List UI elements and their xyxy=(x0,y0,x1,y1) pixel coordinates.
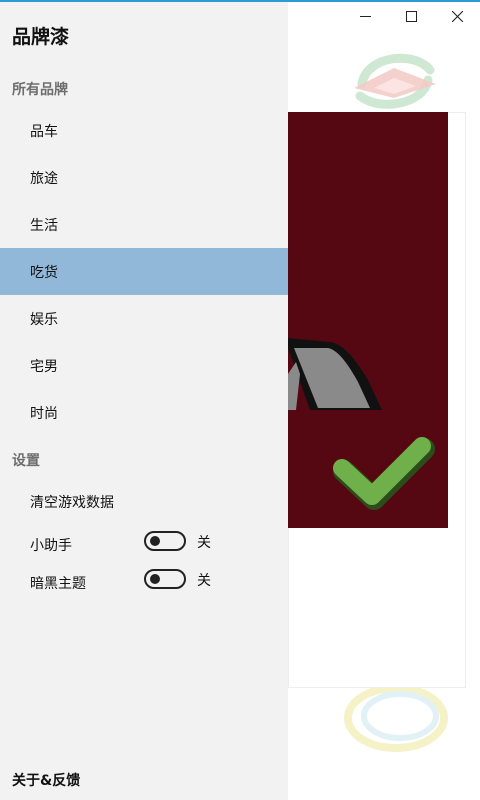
nav-item-label: 宅男 xyxy=(30,358,58,375)
dark-theme-toggle[interactable] xyxy=(144,569,186,589)
nav-item-entertainment[interactable]: 娱乐 xyxy=(0,295,288,342)
close-icon xyxy=(451,10,463,22)
brand-quiz-image[interactable] xyxy=(288,112,448,528)
nav-item-cars[interactable]: 品车 xyxy=(0,107,288,154)
nav-item-label: 娱乐 xyxy=(30,311,58,328)
minimize-icon xyxy=(359,15,371,17)
settings-section-header: 设置 xyxy=(12,453,40,469)
clear-game-data-button[interactable]: 清空游戏数据 xyxy=(30,492,114,512)
toggle-knob xyxy=(150,574,160,584)
assistant-toggle-state: 关 xyxy=(197,535,211,551)
dark-theme-toggle-state: 关 xyxy=(197,573,211,589)
assistant-toggle-row: 小助手 关 xyxy=(0,531,288,555)
about-feedback-link[interactable]: 关于&反馈 xyxy=(12,770,80,790)
assistant-toggle-label: 小助手 xyxy=(30,538,72,554)
dark-theme-toggle-label: 暗黑主题 xyxy=(30,576,86,592)
nav-item-otaku[interactable]: 宅男 xyxy=(0,342,288,389)
top-accent-line xyxy=(0,0,480,2)
ring-logo-icon xyxy=(344,684,448,752)
nav-item-fashion[interactable]: 时尚 xyxy=(0,389,288,436)
nav-item-label: 旅途 xyxy=(30,170,58,187)
minimize-button[interactable] xyxy=(342,0,388,32)
close-button[interactable] xyxy=(434,0,480,32)
checkmark-icon xyxy=(333,437,435,510)
recycle-logo-icon xyxy=(354,53,436,109)
maximize-icon xyxy=(405,10,417,22)
navigation-drawer: 品牌漆 所有品牌 品车 旅途 生活 吃货 娱乐 宅男 时尚 设置 清空游戏数据 … xyxy=(0,0,288,800)
toggle-knob xyxy=(150,536,160,546)
nav-item-life[interactable]: 生活 xyxy=(0,201,288,248)
dark-theme-toggle-row: 暗黑主题 关 xyxy=(0,569,288,593)
assistant-toggle[interactable] xyxy=(144,531,186,551)
window-controls xyxy=(342,0,480,32)
app-title: 品牌漆 xyxy=(12,26,70,48)
maximize-button[interactable] xyxy=(388,0,434,32)
nav-item-foodie[interactable]: 吃货 xyxy=(0,248,288,295)
nav-item-label: 生活 xyxy=(30,217,58,234)
nav-item-label: 品车 xyxy=(30,123,58,140)
nav-item-label: 吃货 xyxy=(30,264,58,281)
nav-item-label: 时尚 xyxy=(30,405,58,422)
brands-section-header: 所有品牌 xyxy=(12,82,68,98)
nav-item-travel[interactable]: 旅途 xyxy=(0,154,288,201)
